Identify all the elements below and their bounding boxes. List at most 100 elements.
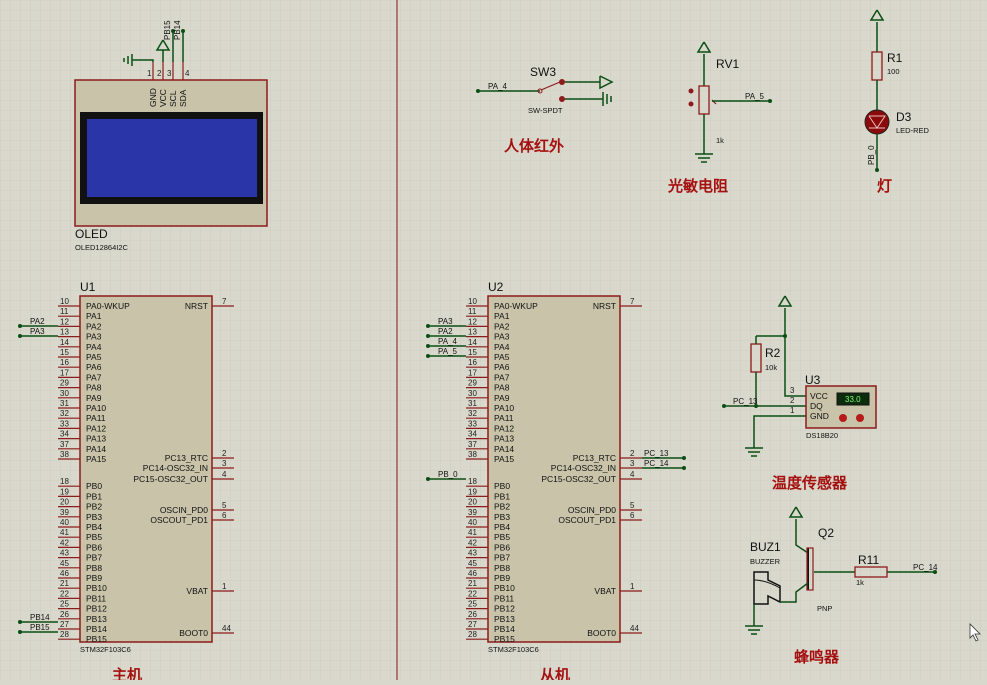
u2-pin-num: 38 [468, 450, 477, 459]
u1-pin-label: OSCIN_PD0 [160, 505, 208, 515]
u1-pin-num: 33 [60, 419, 69, 428]
u1-pin-num: 28 [60, 630, 69, 639]
u1-pin-label: VBAT [186, 586, 208, 596]
u1-pin-num: 1 [222, 582, 227, 591]
u2-pin-num: 1 [630, 582, 635, 591]
u2-pin-label: PB12 [494, 604, 515, 614]
u1-mcu[interactable]: U1 10 PA0-WKUP11 PA112 PA213 PA314 PA415 PA516… [58, 280, 234, 654]
u1-net-pa3: PA3 [30, 327, 45, 336]
sw3-net: PA_4 [488, 82, 508, 91]
u1-pin-num: 20 [60, 498, 69, 507]
u1-pin-num: 18 [60, 477, 69, 486]
sw3-ref: SW3 [530, 65, 556, 79]
u2-pin-label: PB3 [494, 512, 510, 522]
u1-pin-num: 15 [60, 348, 69, 357]
u1-pin-label: PA1 [86, 311, 102, 321]
u2-pin-label: PC15-OSC32_OUT [541, 474, 616, 484]
u1-pin-num: 12 [60, 317, 69, 326]
u2-pin-num: 12 [468, 317, 477, 326]
u2-pin-num: 44 [630, 624, 639, 633]
label-master: 主机 [112, 666, 142, 680]
u2-pin-label: PC14-OSC32_IN [551, 463, 616, 473]
oled-pin-num-4: 4 [185, 69, 190, 78]
u2-pin-num: 25 [468, 600, 477, 609]
d3-ref: D3 [896, 110, 912, 124]
u2-pin-label: PB8 [494, 563, 510, 573]
u2-net-pa4: PA_4 [438, 337, 458, 346]
u2-pin-num: 45 [468, 559, 477, 568]
r11-ref: R11 [858, 553, 879, 567]
u2-pin-num: 37 [468, 440, 477, 449]
u1-pin-label: PB15 [86, 634, 107, 644]
u2-pin-label: PA13 [494, 434, 514, 444]
u1-pin-num: 43 [60, 549, 69, 558]
u1-pin-num: 14 [60, 338, 69, 347]
u2-pin-num: 18 [468, 477, 477, 486]
u3-pin-dq: DQ [810, 401, 823, 411]
u1-pin-label: PA0-WKUP [86, 301, 130, 311]
r11-net: PC_14 [913, 563, 938, 572]
u2-pin-label: PB10 [494, 583, 515, 593]
u2-pin-num: 42 [468, 538, 477, 547]
u2-pin-num: 31 [468, 399, 477, 408]
q2-ref: Q2 [818, 526, 834, 540]
u1-pin-label: OSCOUT_PD1 [150, 515, 208, 525]
u1-pin-label: PB0 [86, 481, 102, 491]
u1-pin-label: PC13_RTC [165, 453, 208, 463]
oled-screen [87, 119, 257, 197]
u2-pin-label: PB4 [494, 522, 510, 532]
u2-pin-label: PB15 [494, 634, 515, 644]
u2-pin-num: 28 [468, 630, 477, 639]
oled-pin-num-2: 2 [157, 69, 162, 78]
u1-pin-label: BOOT0 [179, 628, 208, 638]
u1-pin-num: 38 [60, 450, 69, 459]
u1-part: STM32F103C6 [80, 645, 131, 654]
u1-net-pb15: PB15 [30, 623, 50, 632]
oled-module[interactable]: 1 2 3 4 GND VCC SCL SDA OLED OLED12864I2… [74, 62, 268, 252]
oled-pin-num-3: 3 [167, 69, 172, 78]
u1-pin-label: PA6 [86, 362, 102, 372]
u2-pin-label: VBAT [594, 586, 616, 596]
u1-ref: U1 [80, 280, 96, 294]
u1-pin-num: 21 [60, 579, 69, 588]
buz1-part: BUZZER [750, 557, 781, 566]
u1-pin-num: 34 [60, 430, 69, 439]
u2-pin-label: PA12 [494, 423, 514, 433]
u1-pin-num: 2 [222, 449, 227, 458]
u1-pin-num: 22 [60, 589, 69, 598]
u2-pin-label: PA15 [494, 454, 514, 464]
u1-pin-label: PC14-OSC32_IN [143, 463, 208, 473]
u2-pin-label: OSCIN_PD0 [568, 505, 616, 515]
u2-pin-num: 39 [468, 508, 477, 517]
u1-pin-num: 6 [222, 511, 227, 520]
u2-pin-num: 16 [468, 358, 477, 367]
u1-pin-label: PB8 [86, 563, 102, 573]
u1-pin-label: PB6 [86, 542, 102, 552]
u2-pin-label: NRST [593, 301, 616, 311]
u2-pin-num: 5 [630, 501, 635, 510]
u1-pin-label: PB10 [86, 583, 107, 593]
u3-button-down[interactable] [839, 414, 847, 422]
u2-pin-num: 10 [468, 297, 477, 306]
u2-pin-num: 33 [468, 419, 477, 428]
u2-pin-label: PB11 [494, 593, 514, 603]
u2-part: STM32F103C6 [488, 645, 539, 654]
u1-pin-label: PA15 [86, 454, 106, 464]
u1-pin-num: 40 [60, 518, 69, 527]
r11-value: 1k [856, 578, 864, 587]
u2-mcu[interactable]: U2 10 PA0-WKUP11 PA112 PA213 PA314 PA415 PA516… [466, 280, 642, 654]
u3-display-value: 33.0 [845, 395, 861, 404]
u1-pin-num: 32 [60, 409, 69, 418]
oled-part: OLED12864I2C [75, 243, 129, 252]
u1-pin-num: 5 [222, 501, 227, 510]
u1-pin-num: 41 [60, 528, 69, 537]
u2-pin-num: 32 [468, 409, 477, 418]
u2-pin-label: PA5 [494, 352, 510, 362]
u1-pin-label: PB9 [86, 573, 102, 583]
u1-pin-num: 17 [60, 368, 69, 377]
u3-net: PC_13 [733, 397, 758, 406]
u3-button-up[interactable] [856, 414, 864, 422]
schematic-canvas[interactable]: 1 2 3 4 GND VCC SCL SDA OLED OLED12864I2… [0, 0, 987, 684]
u2-pin-label: PA14 [494, 444, 514, 454]
u2-pin-label: PA10 [494, 403, 514, 413]
